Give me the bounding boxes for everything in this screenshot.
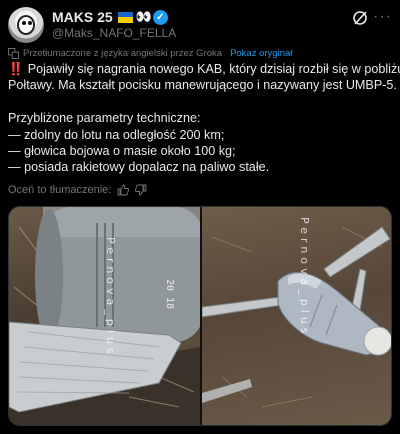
translation-notice-text: Przetłumaczone z języka angielski przez … [23,48,223,59]
post-text: ‼️ Pojawiły się nagrania nowego KAB, któr… [8,61,400,176]
post-line-6: — posiada rakietowy dopalacz na paliwo s… [8,160,270,175]
watermark-left: Pernova_plus [104,237,117,358]
missile-marking: 20 18 [164,279,175,309]
eyes-emoji: 👀 [135,9,152,24]
avatar-eye-left [22,21,26,25]
post-line-1: ‼️ Pojawiły się nagrania nowego KAB, któr… [8,61,400,77]
photo-missile-on-ground[interactable]: Pernova_plus [202,207,391,425]
post-line-4: — zdolny do lotu na odległość 200 km; [8,127,225,142]
verified-badge-icon[interactable]: ✓ [152,9,168,25]
show-original-link[interactable]: Pokaż oryginał [230,48,292,59]
name-row: MAKS 25 👀 ✓ [52,8,168,26]
ukraine-flag-icon [117,11,133,23]
grok-icon[interactable] [352,10,368,26]
translation-notice: Przetłumaczone z języka angielski przez … [8,48,292,59]
rate-translation-label: Oceń to tłumaczenie: [8,184,112,196]
post-line-1-text: Pojawiły się nagrania nowego KAB, który … [27,62,400,76]
translate-icon [8,48,19,59]
double-exclamation-emoji: ‼️ [8,62,24,76]
missile-ground-illustration [202,226,391,408]
user-handle[interactable]: @Maks_NAFO_FELLA [52,26,176,40]
post-line-3: Przybliżone parametry techniczne: [8,111,201,126]
display-name[interactable]: MAKS 25 [52,9,113,25]
media-grid[interactable]: 20 18 Pernova_plus Pernova_plus [8,206,392,426]
watermark-right: Pernova_plus [298,217,311,338]
post-header: MAKS 25 👀 ✓ @Maks_NAFO_FELLA ··· [8,6,392,46]
post-line-2: Połtawy. Ma kształt pocisku manewrująceg… [8,78,397,93]
avatar-face [17,15,35,35]
photo-missile-closeup[interactable]: 20 18 Pernova_plus [9,207,200,425]
thumbs-up-icon[interactable] [117,184,130,196]
post-line-5: — głowica bojowa o masie około 100 kg; [8,144,236,159]
more-icon[interactable]: ··· [373,8,392,26]
avatar[interactable] [8,7,44,43]
avatar-eye-right [28,21,32,25]
thumbs-down-icon[interactable] [135,184,147,196]
rate-translation-row: Oceń to tłumaczenie: [8,184,147,196]
